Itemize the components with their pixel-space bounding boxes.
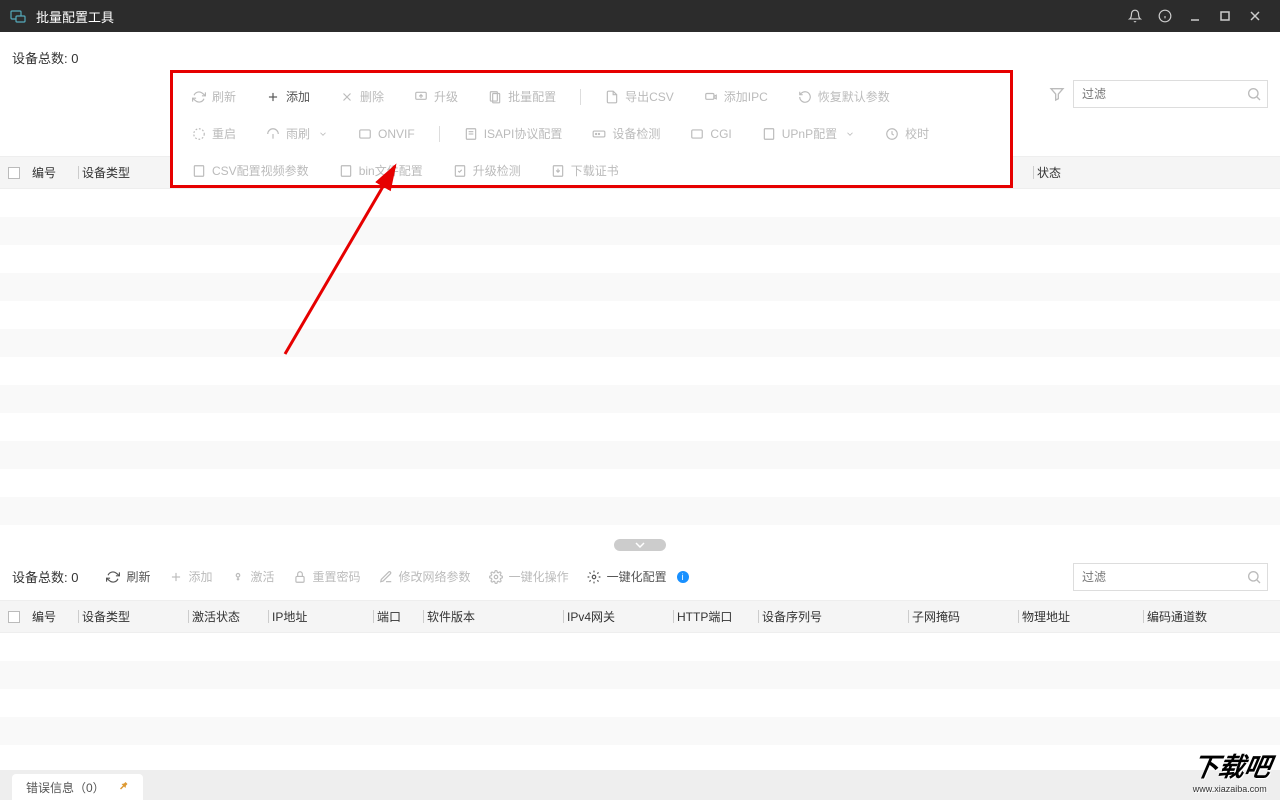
onekey-operation-button[interactable]: 一键化操作 xyxy=(489,568,569,585)
filter-icon xyxy=(1049,86,1065,105)
batch-config-button[interactable]: 批量配置 xyxy=(476,83,568,111)
info-badge-icon: i xyxy=(677,571,689,583)
device-total-bottom: 设备总数: 0 xyxy=(12,567,78,586)
bell-icon[interactable] xyxy=(1120,0,1150,32)
edit-network-button[interactable]: 修改网络参数 xyxy=(379,568,471,585)
onekey-config-button[interactable]: 一键化配置i xyxy=(587,568,689,585)
filter-bottom xyxy=(1073,563,1268,591)
cgi-button[interactable]: CGI xyxy=(678,120,743,148)
device-total-top: 设备总数: 0 xyxy=(12,48,78,67)
refresh-button-2[interactable]: 刷新 xyxy=(106,568,150,585)
onvif-button[interactable]: ONVIF xyxy=(346,120,427,148)
search-icon[interactable] xyxy=(1246,86,1262,105)
search-icon-2[interactable] xyxy=(1246,569,1262,588)
table2-header: 编号 设备类型 激活状态 IP地址 端口 软件版本 IPv4网关 HTTP端口 … xyxy=(0,601,1280,633)
csv-video-params-button[interactable]: CSV配置视频参数 xyxy=(180,157,321,185)
upnp-config-button[interactable]: UPnP配置 xyxy=(750,120,867,148)
top-toolbar-area: 设备总数: 0 刷新 添加 删除 升级 批量配置 导出CSV 添加IPC 恢复默… xyxy=(0,32,1280,157)
wiper-button[interactable]: 雨刷 xyxy=(254,120,340,148)
error-info-tab[interactable]: 错误信息（0） xyxy=(12,774,143,800)
restore-default-button[interactable]: 恢复默认参数 xyxy=(786,83,902,111)
pin-icon[interactable] xyxy=(117,780,129,795)
window-title: 批量配置工具 xyxy=(36,7,114,26)
watermark: 下载吧 www.xiazaiba.com xyxy=(1188,747,1274,794)
table2-body xyxy=(0,633,1280,763)
minimize-button[interactable] xyxy=(1180,0,1210,32)
statusbar: 错误信息（0） xyxy=(0,770,1280,800)
toolbar-rows: 刷新 添加 删除 升级 批量配置 导出CSV 添加IPC 恢复默认参数 重启 雨… xyxy=(180,78,1000,189)
add-ipc-button[interactable]: 添加IPC xyxy=(692,83,780,111)
upgrade-check-button[interactable]: 升级检测 xyxy=(441,157,533,185)
info-icon[interactable] xyxy=(1150,0,1180,32)
table1-body xyxy=(0,189,1280,539)
upgrade-button[interactable]: 升级 xyxy=(402,83,470,111)
refresh-button[interactable]: 刷新 xyxy=(180,83,248,111)
collapse-handle[interactable] xyxy=(614,539,666,551)
filter-input-bottom[interactable] xyxy=(1073,563,1268,591)
filter-top xyxy=(1073,80,1268,108)
reboot-button[interactable]: 重启 xyxy=(180,120,248,148)
download-cert-button[interactable]: 下载证书 xyxy=(539,157,631,185)
filter-input-top[interactable] xyxy=(1073,80,1268,108)
titlebar: 批量配置工具 xyxy=(0,0,1280,32)
reset-password-button[interactable]: 重置密码 xyxy=(293,568,361,585)
add-button[interactable]: 添加 xyxy=(254,83,322,111)
app-logo-icon xyxy=(10,8,26,24)
close-button[interactable] xyxy=(1240,0,1270,32)
add-button-2[interactable]: 添加 xyxy=(169,568,213,585)
select-all-checkbox-1[interactable] xyxy=(8,167,20,179)
timing-button[interactable]: 校时 xyxy=(873,120,941,148)
export-csv-button[interactable]: 导出CSV xyxy=(593,83,686,111)
maximize-button[interactable] xyxy=(1210,0,1240,32)
select-all-checkbox-2[interactable] xyxy=(8,611,20,623)
mid-toolbar: 设备总数: 0 刷新 添加 激活 重置密码 修改网络参数 一键化操作 一键化配置… xyxy=(0,553,1280,601)
delete-button[interactable]: 删除 xyxy=(328,83,396,111)
bin-file-config-button[interactable]: bin文件配置 xyxy=(327,157,435,185)
activate-button[interactable]: 激活 xyxy=(231,568,275,585)
device-detect-button[interactable]: 设备检测 xyxy=(580,120,672,148)
isapi-config-button[interactable]: ISAPI协议配置 xyxy=(452,120,575,148)
